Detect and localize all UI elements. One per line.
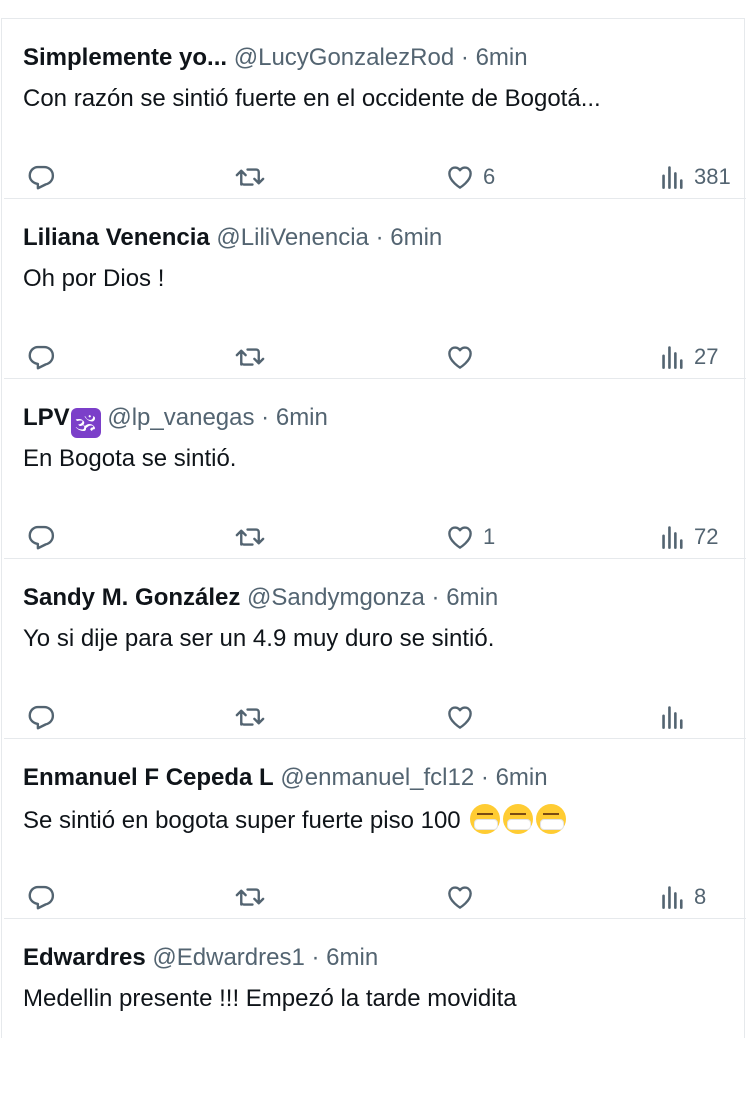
user-handle[interactable]: @Edwardres1: [152, 944, 304, 971]
tweet-text: Medellin presente !!! Empezó la tarde mo…: [23, 985, 517, 1012]
tweet[interactable]: Simplemente yo... @LucyGonzalezRod · 6mi…: [4, 19, 746, 199]
views-button[interactable]: 72: [660, 517, 718, 557]
like-count: 1: [483, 524, 496, 549]
heart-icon: [448, 706, 472, 729]
sneezing-face-emoji: [536, 804, 567, 834]
views-icon: [662, 526, 683, 549]
tweet-text: Yo si dije para ser un 4.9 muy duro se s…: [23, 625, 495, 652]
like-button[interactable]: 6: [445, 157, 495, 197]
heart-icon: [448, 166, 472, 189]
separator-dot: ·: [261, 404, 270, 431]
views-icon: [662, 706, 683, 729]
tweet-actions: 6 381: [4, 157, 746, 197]
user-handle[interactable]: @LucyGonzalezRod: [234, 44, 454, 71]
like-button[interactable]: [445, 697, 483, 737]
views-button[interactable]: [660, 697, 694, 737]
tweet-actions: 1 72: [4, 517, 746, 557]
reply-icon: [28, 885, 55, 910]
like-button[interactable]: [445, 337, 483, 377]
timestamp[interactable]: 6min: [326, 944, 378, 971]
timestamp[interactable]: 6min: [276, 404, 328, 431]
display-name[interactable]: Simplemente yo...: [23, 44, 227, 71]
heart-icon: [448, 886, 472, 909]
display-name[interactable]: Liliana Venencia: [23, 224, 210, 251]
tweet-text-line: Se sintió en bogota super fuerte piso 10…: [23, 804, 567, 836]
retweet-icon: [235, 168, 265, 186]
like-button[interactable]: 1: [445, 517, 495, 557]
user-handle[interactable]: @lp_vanegas: [107, 404, 254, 431]
tweet-text: Oh por Dios !: [23, 265, 165, 292]
reply-button[interactable]: [26, 697, 56, 737]
view-count: 381: [694, 164, 731, 189]
heart-icon: [448, 346, 472, 369]
display-name[interactable]: Enmanuel F Cepeda L: [23, 764, 274, 791]
timeline: Simplemente yo... @LucyGonzalezRod · 6mi…: [1, 18, 746, 1038]
tweet[interactable]: Liliana Venencia @LiliVenencia · 6min Oh…: [4, 199, 746, 379]
views-button[interactable]: 8: [660, 877, 706, 917]
retweet-icon: [235, 888, 265, 906]
tweet-text: Con razón se sintió fuerte en el occiden…: [23, 85, 601, 112]
like-button[interactable]: [445, 877, 483, 917]
tweet-header: Simplemente yo... @LucyGonzalezRod · 6mi…: [23, 43, 528, 73]
separator-dot: ·: [431, 584, 440, 611]
views-button[interactable]: 381: [660, 157, 731, 197]
reply-icon: [28, 165, 55, 190]
view-count: 27: [694, 344, 719, 369]
retweet-button[interactable]: [233, 337, 267, 377]
timestamp[interactable]: 6min: [476, 44, 528, 71]
tweet[interactable]: Sandy M. González @Sandymgonza · 6min Yo…: [4, 559, 746, 739]
timestamp[interactable]: 6min: [446, 584, 498, 611]
like-count: 6: [483, 164, 496, 189]
reply-icon: [28, 705, 55, 730]
user-handle[interactable]: @enmanuel_fcl12: [280, 764, 474, 791]
reply-icon: [28, 525, 55, 550]
views-icon: [662, 886, 683, 909]
tweet-text: Se sintió en bogota super fuerte piso 10…: [23, 807, 461, 834]
tweet[interactable]: Enmanuel F Cepeda L @enmanuel_fcl12 · 6m…: [4, 739, 746, 919]
tweet-header: Enmanuel F Cepeda L @enmanuel_fcl12 · 6m…: [23, 763, 548, 793]
retweet-icon: [235, 348, 265, 366]
heart-icon: [448, 526, 472, 549]
views-button[interactable]: 27: [660, 337, 718, 377]
timestamp[interactable]: 6min: [390, 224, 442, 251]
retweet-button[interactable]: [233, 517, 267, 557]
tweet[interactable]: Edwardres @Edwardres1 · 6min Medellin pr…: [4, 919, 746, 1099]
separator-dot: ·: [375, 224, 384, 251]
views-icon: [662, 346, 683, 369]
reply-button[interactable]: [26, 517, 56, 557]
timestamp[interactable]: 6min: [496, 764, 548, 791]
sneezing-face-emoji: [503, 804, 534, 834]
retweet-button[interactable]: [233, 877, 267, 917]
retweet-icon: [235, 708, 265, 726]
om-emoji: 🕉: [70, 408, 101, 438]
separator-dot: ·: [480, 764, 489, 791]
tweet-header: LPV 🕉 @lp_vanegas · 6min: [23, 403, 328, 438]
retweet-icon: [235, 528, 265, 546]
sneezing-face-emoji: [470, 804, 501, 834]
views-icon: [662, 166, 683, 189]
tweet-header: Liliana Venencia @LiliVenencia · 6min: [23, 223, 442, 253]
reply-button[interactable]: [26, 877, 56, 917]
retweet-button[interactable]: [233, 157, 267, 197]
tweet-actions: [4, 697, 746, 737]
tweet-actions: 27: [4, 337, 746, 377]
retweet-button[interactable]: [233, 697, 267, 737]
reply-button[interactable]: [26, 157, 56, 197]
view-count: 8: [694, 884, 707, 909]
tweet[interactable]: LPV 🕉 @lp_vanegas · 6min En Bogota se sin…: [4, 379, 746, 559]
display-name[interactable]: Sandy M. González: [23, 584, 240, 611]
user-handle[interactable]: @Sandymgonza: [247, 584, 425, 611]
reply-button[interactable]: [26, 337, 56, 377]
view-count: 72: [694, 524, 719, 549]
tweet-header: Edwardres @Edwardres1 · 6min: [23, 943, 378, 973]
display-name[interactable]: LPV: [23, 404, 70, 431]
tweet-header: Sandy M. González @Sandymgonza · 6min: [23, 583, 498, 613]
tweet-actions: 8: [4, 877, 746, 917]
separator-dot: ·: [311, 944, 320, 971]
separator-dot: ·: [460, 44, 469, 71]
reply-icon: [28, 345, 55, 370]
display-name[interactable]: Edwardres: [23, 944, 146, 971]
user-handle[interactable]: @LiliVenencia: [216, 224, 368, 251]
tweet-text: En Bogota se sintió.: [23, 445, 237, 472]
